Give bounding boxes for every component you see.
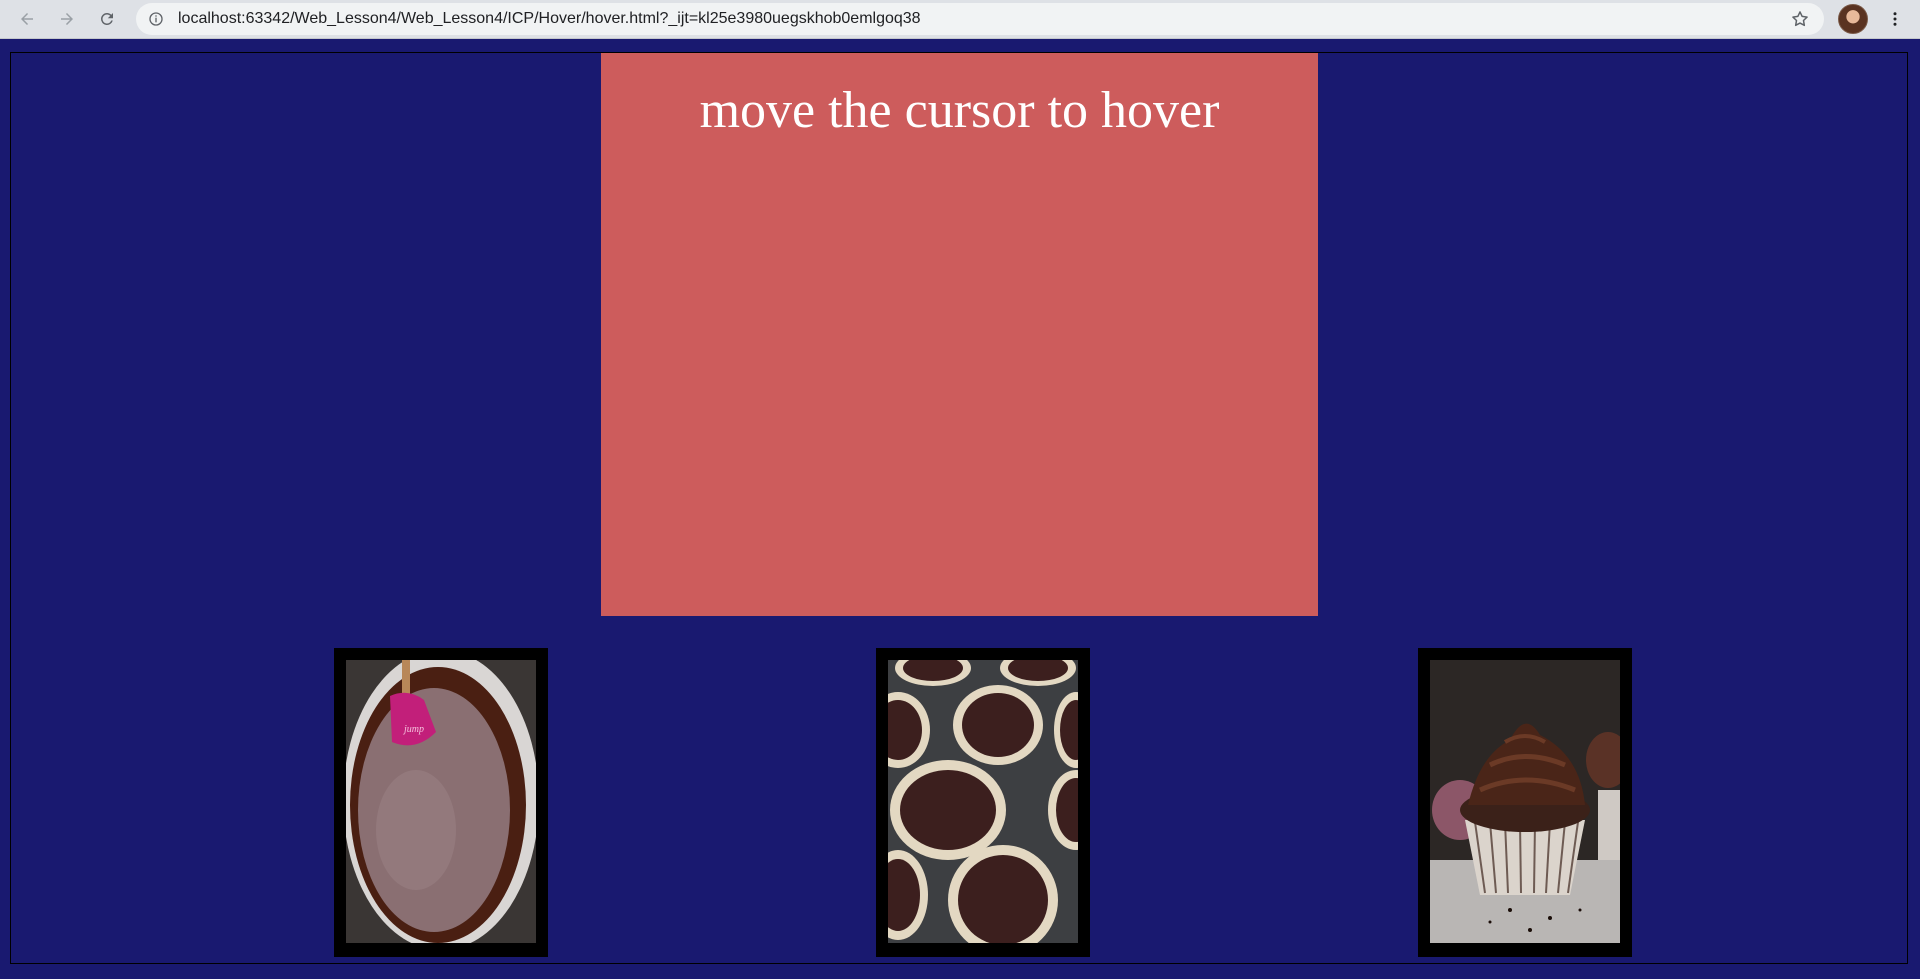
hover-box[interactable]: move the cursor to hover [601,53,1318,616]
kebab-menu-button[interactable] [1880,4,1910,34]
cupcake-picture [1430,660,1620,943]
chocolate-cupcake-image[interactable] [1418,648,1632,957]
reload-button[interactable] [92,4,122,34]
browser-toolbar: localhost:63342/Web_Lesson4/Web_Lesson4/… [0,0,1920,39]
back-icon [21,13,33,25]
reload-icon [100,12,113,25]
cupcake-batter-bowl-image[interactable]: jump [334,648,548,957]
hover-instruction-text: move the cursor to hover [699,82,1220,139]
url-text[interactable]: localhost:63342/Web_Lesson4/Web_Lesson4/… [178,3,921,35]
muffin-tin-image[interactable] [876,648,1090,957]
info-icon[interactable] [148,11,164,27]
muffin-tin-picture [888,660,1078,943]
avatar[interactable] [1838,4,1868,34]
back-button[interactable] [12,4,42,34]
forward-button[interactable] [52,4,82,34]
address-bar[interactable]: localhost:63342/Web_Lesson4/Web_Lesson4/… [136,3,1824,35]
kebab-menu-icon [1893,12,1897,26]
batter-bowl-picture: jump [346,660,536,943]
svg-text:jump: jump [402,724,424,735]
star-icon[interactable] [1790,9,1810,29]
forward-icon [61,13,73,25]
